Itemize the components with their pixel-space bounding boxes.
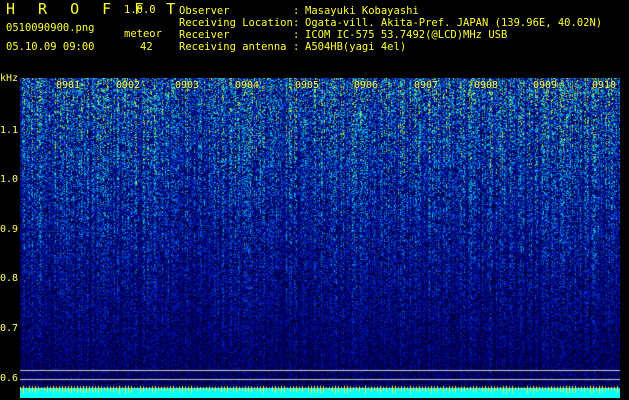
x-tick: 0907 [414,80,439,91]
x-tick: 0901 [56,80,81,91]
file-name: 0510090900.png [6,22,95,34]
app-title: H R O F F T [6,0,183,18]
x-tick: 0903 [175,80,200,91]
meta-separator: : [293,17,300,29]
y-tick: 0.9 [0,224,19,235]
meta-row-observer: Observer: Masayuki Kobayashi [179,5,419,17]
meta-separator: : [293,41,300,53]
x-tick: 0902 [116,80,141,91]
meta-value: Ogata-vill. Akita-Pref. JAPAN (139.96E, … [305,17,603,29]
y-axis-unit: kHz [0,73,19,84]
x-tick: 0905 [295,80,320,91]
meta-label: Receiver [179,29,230,41]
file-datetime: 05.10.09 09:00 [6,41,95,53]
x-tick: 0904 [235,80,260,91]
meta-row-location: Receiving Location: Ogata-vill. Akita-Pre… [179,17,602,29]
meta-value: ICOM IC-575 53.7492(@LCD)MHz USB [305,29,508,41]
meta-label: Observer [179,5,230,17]
y-tick: 1.0 [0,174,19,185]
meta-separator: : [293,29,300,41]
meta-label: Receiving Location [179,17,293,29]
y-tick: 0.6 [0,373,19,384]
meta-label: Receiving antenna [179,41,287,53]
x-tick: 0909 [533,80,558,91]
x-tick: 0910 [592,80,617,91]
meta-value: Masayuki Kobayashi [305,5,419,17]
meta-separator: : [293,5,300,17]
y-tick: 0.8 [0,273,19,284]
meta-value: A504HB(yagi 4el) [305,41,407,53]
x-tick: 0906 [354,80,379,91]
spectrogram [20,78,620,398]
x-tick: 0908 [474,80,499,91]
meteor-count: 42 [140,41,153,53]
app-version: 1.0.0 [124,4,156,16]
meteor-label: meteor [124,28,162,40]
meta-row-antenna: Receiving antenna: A504HB(yagi 4el) [179,41,406,53]
y-tick: 1.1 [0,125,19,136]
meta-row-receiver: Receiver: ICOM IC-575 53.7492(@LCD)MHz US… [179,29,507,41]
y-tick: 0.7 [0,323,19,334]
